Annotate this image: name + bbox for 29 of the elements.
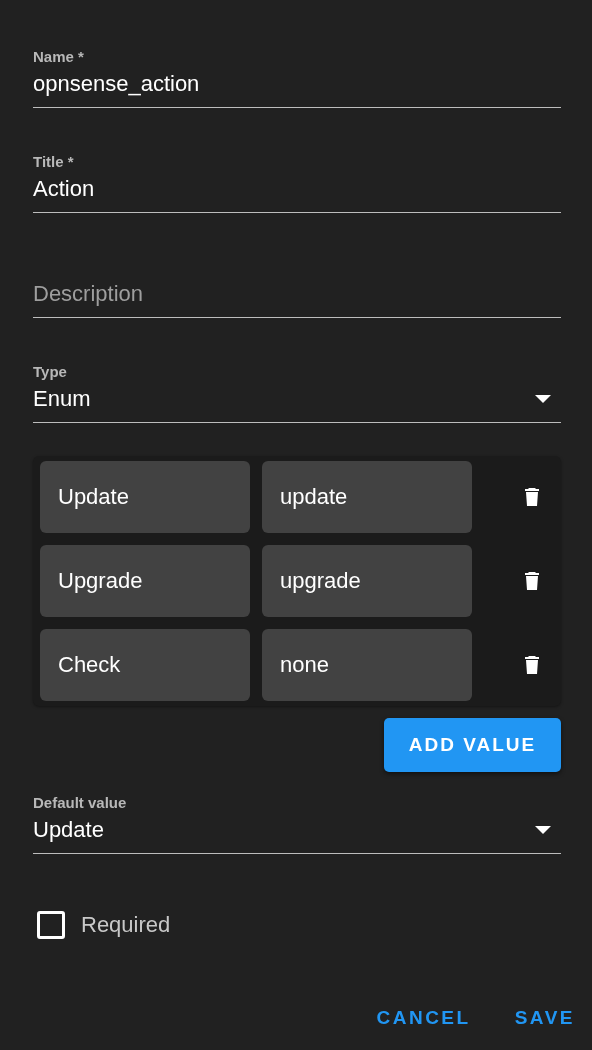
text-field[interactable]: Title * Action bbox=[33, 137, 561, 213]
caret-icon bbox=[535, 395, 551, 403]
trash-icon[interactable] bbox=[525, 488, 539, 506]
input-field[interactable]: upgrade bbox=[262, 545, 472, 617]
checkbox[interactable] bbox=[37, 911, 65, 939]
cancel-button[interactable]: CANCEL bbox=[366, 999, 481, 1037]
field-value: Enum bbox=[33, 386, 91, 412]
field-label: Name * bbox=[33, 48, 85, 65]
save-button[interactable]: SAVE bbox=[504, 999, 585, 1037]
field-label: Default value bbox=[33, 794, 128, 811]
field-value: Action bbox=[33, 176, 96, 202]
input-field[interactable]: Update bbox=[40, 461, 250, 533]
field-placeholder: Description bbox=[33, 281, 145, 307]
checkbox-label: Required bbox=[81, 912, 171, 938]
input-field[interactable]: none bbox=[262, 629, 472, 701]
input-field[interactable]: update bbox=[262, 461, 472, 533]
select-field[interactable]: Default value Update bbox=[33, 778, 561, 854]
text-field[interactable]: Description bbox=[33, 242, 561, 318]
trash-icon[interactable] bbox=[525, 572, 539, 590]
field-value: opnsense_action bbox=[33, 71, 201, 97]
field-label: Title * bbox=[33, 153, 75, 170]
field-label: Type bbox=[33, 363, 68, 380]
trash-icon[interactable] bbox=[525, 656, 539, 674]
text-field[interactable]: Name * opnsense_action bbox=[33, 32, 561, 108]
field-value: Update bbox=[33, 817, 104, 843]
input-field[interactable]: Check bbox=[40, 629, 250, 701]
caret-icon bbox=[535, 826, 551, 834]
input-field[interactable]: Upgrade bbox=[40, 545, 250, 617]
select-field[interactable]: Type Enum bbox=[33, 347, 561, 423]
